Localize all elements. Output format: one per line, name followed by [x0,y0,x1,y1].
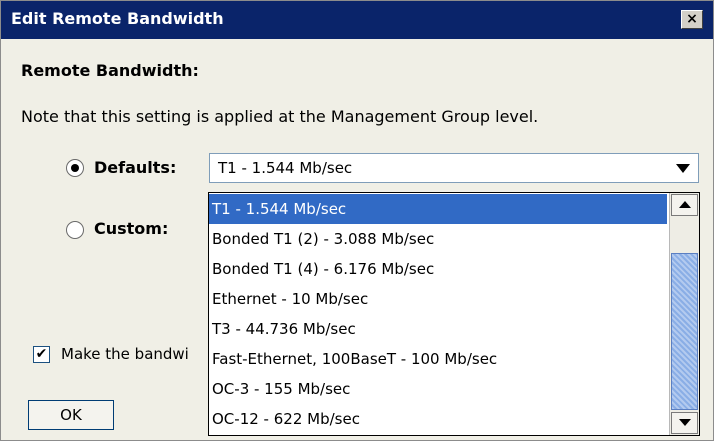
radio-selected-dot [71,164,79,172]
note-text: Note that this setting is applied at the… [21,107,539,126]
checkmark-icon: ✔ [35,346,48,362]
list-item[interactable]: OC-3 - 155 Mb/sec [209,374,667,404]
scroll-down-button[interactable] [671,412,698,434]
close-icon: × [686,11,698,27]
arrow-down-icon [679,419,691,426]
window-title: Edit Remote Bandwidth [11,9,224,28]
bandwidth-dropdown-list[interactable]: T1 - 1.544 Mb/sec Bonded T1 (2) - 3.088 … [208,192,700,436]
dropdown-scrollbar[interactable] [669,193,699,435]
scroll-thumb[interactable] [671,253,698,410]
edit-remote-bandwidth-dialog: Edit Remote Bandwidth × Remote Bandwidth… [0,0,714,441]
title-bar[interactable]: Edit Remote Bandwidth × [1,1,713,39]
make-bandwidth-label: Make the bandwi [61,345,189,363]
bandwidth-select[interactable]: T1 - 1.544 Mb/sec [209,153,699,183]
arrow-up-icon [679,201,691,208]
list-item[interactable]: Ethernet - 10 Mb/sec [209,284,667,314]
custom-radio[interactable] [66,221,84,239]
defaults-label: Defaults: [94,158,177,177]
scroll-up-button[interactable] [671,194,698,216]
make-bandwidth-checkbox[interactable]: ✔ [33,346,50,363]
bandwidth-select-value: T1 - 1.544 Mb/sec [218,159,353,177]
custom-label: Custom: [94,219,169,238]
list-item[interactable]: Fast-Ethernet, 100BaseT - 100 Mb/sec [209,344,667,374]
chevron-down-icon[interactable] [676,164,690,173]
close-button[interactable]: × [681,10,703,29]
section-heading: Remote Bandwidth: [21,61,199,80]
defaults-radio[interactable] [66,159,84,177]
list-item[interactable]: T1 - 1.544 Mb/sec [209,194,667,224]
list-item[interactable]: Bonded T1 (2) - 3.088 Mb/sec [209,224,667,254]
list-item[interactable]: OC-12 - 622 Mb/sec [209,404,667,434]
ok-button[interactable]: OK [28,400,114,430]
list-item[interactable]: T3 - 44.736 Mb/sec [209,314,667,344]
list-item[interactable]: Bonded T1 (4) - 6.176 Mb/sec [209,254,667,284]
